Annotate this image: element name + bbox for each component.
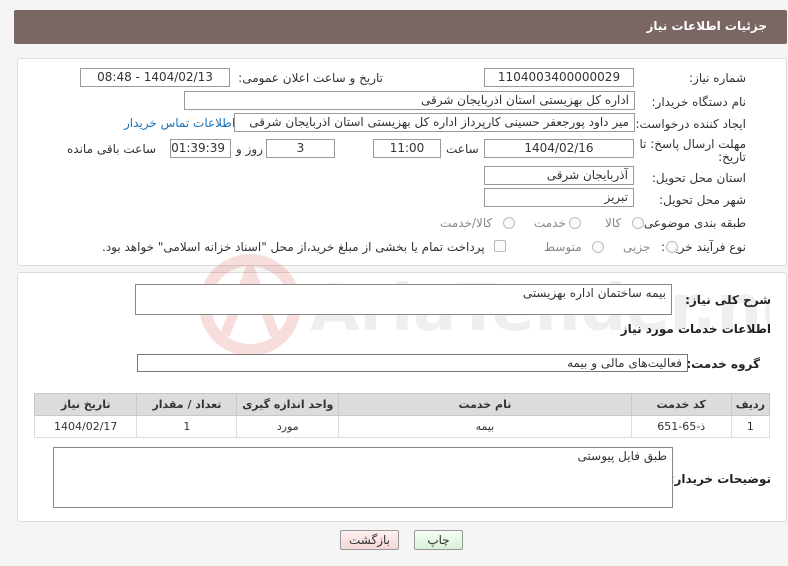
summary-textarea[interactable]: بیمه ساختمان اداره بهزیستی [135, 284, 672, 315]
col-header-unit: واحد اندازه گیری [236, 393, 340, 416]
need-info-panel [17, 58, 787, 266]
city-label: شهر محل تحویل: [659, 193, 746, 207]
buyer-notes-label: توضیحات خریدار: [669, 472, 771, 486]
category-option-service: خدمت [534, 216, 566, 230]
page-header: جزئیات اطلاعات نیاز [14, 10, 787, 44]
deadline-days-label: روز و [236, 142, 263, 156]
deadline-label-line1: مهلت ارسال پاسخ: تا [639, 137, 746, 151]
col-header-quantity: تعداد / مقدار [136, 393, 238, 416]
col-header-service-code: کد خدمت [630, 393, 732, 416]
remaining-time-field: 01:39:39 [170, 139, 231, 158]
back-button[interactable]: بازگشت [340, 530, 399, 550]
treasury-payment-checkbox[interactable] [494, 240, 506, 252]
remaining-time-label: ساعت باقی مانده [67, 142, 157, 156]
page-title: جزئیات اطلاعات نیاز [646, 19, 767, 33]
process-radio-medium[interactable] [592, 241, 604, 253]
cell-unit: مورد [236, 415, 340, 438]
cell-service-code: ذ-65-651 [630, 415, 732, 438]
requester-label: ایجاد کننده درخواست: [635, 117, 746, 131]
table-row: 1 ذ-65-651 بیمه مورد 1 1404/02/17 [33, 415, 771, 438]
buyer-org-field: اداره کل بهزیستی استان اذربایجان شرقی [184, 91, 635, 110]
cell-quantity: 1 [136, 415, 238, 438]
service-group-label: گروه خدمت: [686, 357, 760, 371]
announce-field: 1404/02/13 - 08:48 [80, 68, 230, 87]
announce-label: تاریخ و ساعت اعلان عمومی: [238, 71, 383, 85]
buyer-notes-textarea[interactable]: طبق فایل پیوستی [53, 447, 673, 508]
category-label: طبقه بندی موضوعی: [639, 216, 746, 230]
need-number-label: شماره نیاز: [689, 71, 746, 85]
services-table: ردیف کد خدمت نام خدمت واحد اندازه گیری ت… [33, 393, 771, 438]
deadline-time-field: 11:00 [373, 139, 441, 158]
city-field: تبریز [484, 188, 634, 207]
province-field: آذربایجان شرقی [484, 166, 634, 185]
deadline-label-line2: تاریخ: [718, 150, 746, 164]
category-option-goods-service: کالا/خدمت [440, 216, 493, 230]
process-option-medium: متوسط [544, 240, 582, 254]
buyer-contact-link[interactable]: اطلاعات تماس خریدار [124, 116, 235, 130]
cell-need-date: 1404/02/17 [33, 415, 138, 438]
requester-field: میر داود پورجعفر حسینی کارپرداز اداره کل… [234, 113, 635, 132]
services-heading: اطلاعات خدمات مورد نیاز [620, 322, 771, 336]
category-radio-service[interactable] [569, 217, 581, 229]
deadline-time-label: ساعت [446, 142, 479, 156]
print-button[interactable]: چاپ [414, 530, 463, 550]
col-header-row-number: ردیف [730, 393, 771, 416]
process-radio-minor[interactable] [666, 241, 678, 253]
deadline-date-field: 1404/02/16 [484, 139, 634, 158]
summary-label: شرح کلی نیاز: [685, 293, 771, 307]
treasury-payment-note: پرداخت تمام یا بخشی از مبلغ خرید،از محل … [102, 240, 485, 254]
category-option-goods: کالا [605, 216, 622, 230]
category-radio-goods-service[interactable] [503, 217, 515, 229]
need-number-field: 1104003400000029 [484, 68, 634, 87]
col-header-need-date: تاریخ نیاز [33, 393, 138, 416]
col-header-service-name: نام خدمت [338, 393, 632, 416]
buyer-org-label: نام دستگاه خریدار: [651, 95, 747, 109]
province-label: استان محل تحویل: [651, 171, 746, 185]
deadline-days-field: 3 [266, 139, 335, 158]
cell-service-name: بیمه [338, 415, 632, 438]
process-option-minor: جزیی [623, 240, 651, 254]
cell-row-number: 1 [730, 415, 771, 438]
category-radio-goods[interactable] [632, 217, 644, 229]
table-header-row: ردیف کد خدمت نام خدمت واحد اندازه گیری ت… [33, 393, 771, 416]
service-group-field: فعالیت‌های مالی و بیمه [137, 354, 688, 372]
